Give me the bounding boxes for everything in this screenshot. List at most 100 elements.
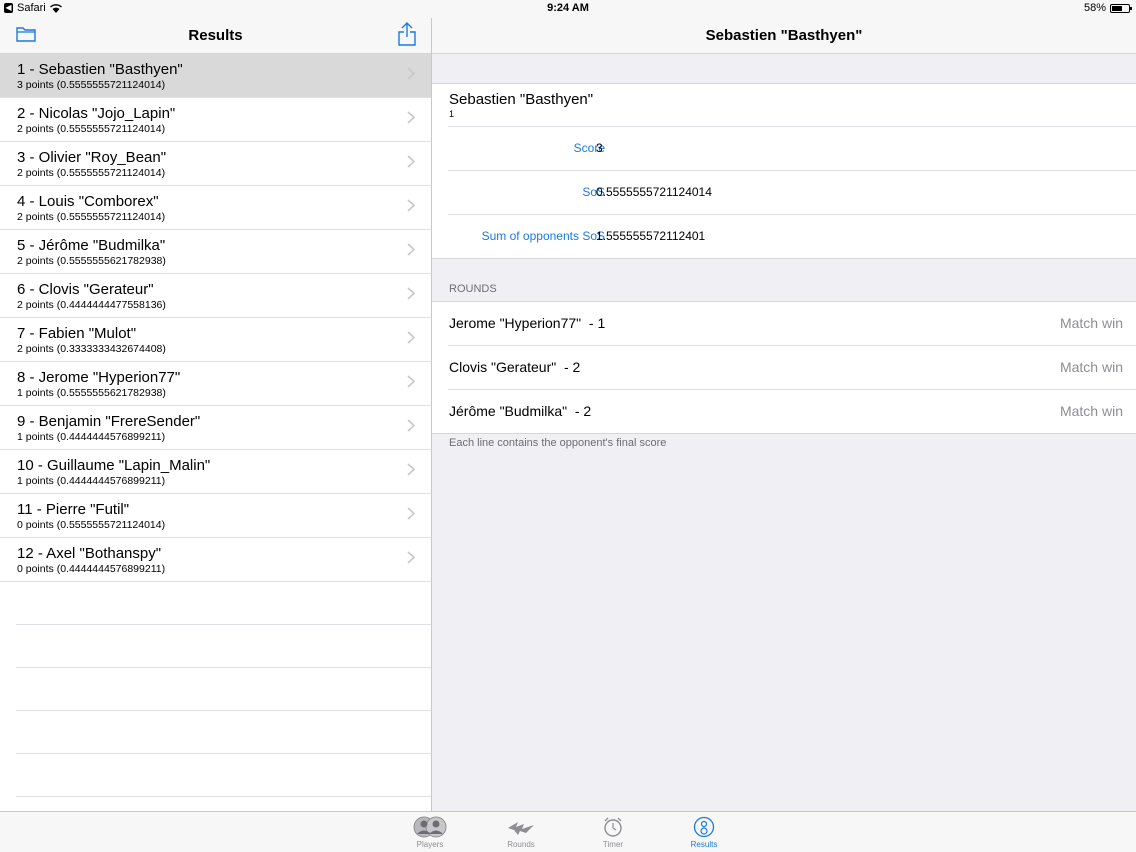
share-icon[interactable] <box>398 22 416 51</box>
battery-percent: 58% <box>1083 2 1106 14</box>
round-result: Match win <box>1059 403 1123 419</box>
tab-bar: Players Rounds Timer Results <box>0 811 1136 852</box>
master-title: Results <box>188 27 243 44</box>
results-list: 1 - Sebastien "Basthyen" 3 points (0.5555… <box>0 54 431 582</box>
result-points: 2 points (0.5555555721124014) <box>17 123 166 135</box>
chevron-right-icon <box>407 243 416 261</box>
result-points: 2 points (0.3333333432674408) <box>17 343 166 355</box>
empty-row <box>16 668 431 711</box>
result-row[interactable]: 11 - Pierre "Futil" 0 points (0.555555572… <box>0 494 431 538</box>
battery-icon <box>1110 3 1132 13</box>
round-row[interactable]: Jérôme "Budmilka" - 2 Match win <box>448 390 1136 433</box>
clock: 9:24 AM <box>547 2 589 14</box>
result-player-name: 3 - Olivier "Roy_Bean" <box>17 149 167 166</box>
round-opponent: Jerome "Hyperion77" - 1 <box>449 315 606 331</box>
detail-title: Sebastien "Basthyen" <box>705 27 863 44</box>
result-player-name: 11 - Pierre "Futil" <box>17 501 130 518</box>
rounds-icon <box>481 814 561 840</box>
player-info-group: Sebastien "Basthyen" 1 Score 3 SoS 0.555… <box>432 83 1136 259</box>
result-points: 1 points (0.4444444576899211) <box>17 431 166 443</box>
result-player-name: 6 - Clovis "Gerateur" <box>17 281 154 298</box>
result-points: 0 points (0.5555555721124014) <box>17 519 166 531</box>
result-row[interactable]: 2 - Nicolas "Jojo_Lapin" 2 points (0.5555… <box>0 98 431 142</box>
chevron-right-icon <box>407 155 416 173</box>
tab-label: Rounds <box>507 840 535 849</box>
result-points: 2 points (0.5555555621782938) <box>17 255 166 267</box>
player-header-row: Sebastien "Basthyen" 1 <box>448 84 1136 127</box>
round-opponent: Clovis "Gerateur" - 2 <box>449 359 581 375</box>
result-player-name: 8 - Jerome "Hyperion77" <box>17 369 181 386</box>
tab-timer[interactable]: Timer <box>573 814 653 849</box>
stat-row-score: Score 3 <box>448 127 1136 171</box>
result-player-name: 10 - Guillaume "Lapin_Malin" <box>17 457 211 474</box>
results-icon <box>664 814 744 840</box>
tab-label: Timer <box>602 840 624 849</box>
result-row[interactable]: 7 - Fabien "Mulot" 2 points (0.3333333432… <box>0 318 431 362</box>
stat-value: 3 <box>596 141 603 155</box>
round-result: Match win <box>1059 315 1123 331</box>
results-list-pane: Results 1 - Sebastien "Basthyen" 3 points… <box>0 18 431 811</box>
chevron-right-icon <box>407 419 416 437</box>
stat-label: Sum of opponents SoS <box>481 229 605 243</box>
result-points: 2 points (0.4444444477558136) <box>17 299 166 311</box>
round-row[interactable]: Jerome "Hyperion77" - 1 Match win <box>448 302 1136 346</box>
detail-navigation-bar: Sebastien "Basthyen" <box>432 18 1136 54</box>
result-row[interactable]: 5 - Jérôme "Budmilka" 2 points (0.5555555… <box>0 230 431 274</box>
stat-row-sum-opponents-sos: Sum of opponents SoS 1.555555572112401 <box>448 215 1136 258</box>
chevron-right-icon <box>407 287 416 305</box>
chevron-right-icon <box>407 67 416 85</box>
result-row[interactable]: 9 - Benjamin "FrereSender" 1 points (0.44… <box>0 406 431 450</box>
chevron-right-icon <box>407 551 416 569</box>
result-player-name: 5 - Jérôme "Budmilka" <box>17 237 166 254</box>
empty-list-area <box>0 582 431 797</box>
chevron-right-icon <box>407 199 416 217</box>
round-result: Match win <box>1059 359 1123 375</box>
tab-label: Results <box>690 840 718 849</box>
result-player-name: 4 - Louis "Comborex" <box>17 193 159 210</box>
stat-value: 1.555555572112401 <box>596 229 706 243</box>
tab-rounds[interactable]: Rounds <box>481 814 561 849</box>
master-navigation-bar: Results <box>0 18 431 54</box>
players-icon <box>390 814 470 840</box>
result-row[interactable]: 10 - Guillaume "Lapin_Malin" 1 points (0.… <box>0 450 431 494</box>
result-row[interactable]: 4 - Louis "Comborex" 2 points (0.55555557… <box>0 186 431 230</box>
result-player-name: 1 - Sebastien "Basthyen" <box>17 61 183 78</box>
status-bar: ◀ Safari 9:24 AM 58% <box>0 0 1136 18</box>
round-row[interactable]: Clovis "Gerateur" - 2 Match win <box>448 346 1136 390</box>
timer-icon <box>573 814 653 840</box>
stat-value: 0.5555555721124014 <box>596 185 712 199</box>
chevron-right-icon <box>407 111 416 129</box>
result-row[interactable]: 8 - Jerome "Hyperion77" 1 points (0.55555… <box>0 362 431 406</box>
chevron-right-icon <box>407 331 416 349</box>
result-row[interactable]: 12 - Axel "Bothanspy" 0 points (0.4444444… <box>0 538 431 582</box>
player-name: Sebastien "Basthyen" <box>449 91 594 108</box>
chevron-right-icon <box>407 507 416 525</box>
result-player-name: 2 - Nicolas "Jojo_Lapin" <box>17 105 176 122</box>
result-row[interactable]: 6 - Clovis "Gerateur" 2 points (0.4444444… <box>0 274 431 318</box>
empty-row <box>16 625 431 668</box>
result-row[interactable]: 1 - Sebastien "Basthyen" 3 points (0.5555… <box>0 54 431 98</box>
result-points: 2 points (0.5555555721124014) <box>17 167 166 179</box>
result-row[interactable]: 3 - Olivier "Roy_Bean" 2 points (0.555555… <box>0 142 431 186</box>
result-player-name: 9 - Benjamin "FrereSender" <box>17 413 201 430</box>
chevron-right-icon <box>407 463 416 481</box>
player-rank: 1 <box>449 109 455 119</box>
round-opponent: Jérôme "Budmilka" - 2 <box>449 403 592 419</box>
empty-row <box>16 711 431 754</box>
result-points: 3 points (0.5555555721124014) <box>17 79 166 91</box>
result-player-name: 7 - Fabien "Mulot" <box>17 325 137 342</box>
stat-row-sos: SoS 0.5555555721124014 <box>448 171 1136 215</box>
tab-label: Players <box>416 840 444 849</box>
tab-players[interactable]: Players <box>390 814 470 849</box>
result-points: 1 points (0.4444444576899211) <box>17 475 166 487</box>
empty-row <box>16 582 431 625</box>
tab-results[interactable]: Results <box>664 814 744 849</box>
result-points: 0 points (0.4444444576899211) <box>17 563 166 575</box>
result-points: 1 points (0.5555555621782938) <box>17 387 166 399</box>
result-points: 2 points (0.5555555721124014) <box>17 211 166 223</box>
result-player-name: 12 - Axel "Bothanspy" <box>17 545 162 562</box>
player-detail-pane: Sebastien "Basthyen" Sebastien "Basthyen… <box>432 18 1136 811</box>
chevron-right-icon <box>407 375 416 393</box>
empty-row <box>16 754 431 797</box>
rounds-section-footer: Each line contains the opponent's final … <box>449 437 667 449</box>
